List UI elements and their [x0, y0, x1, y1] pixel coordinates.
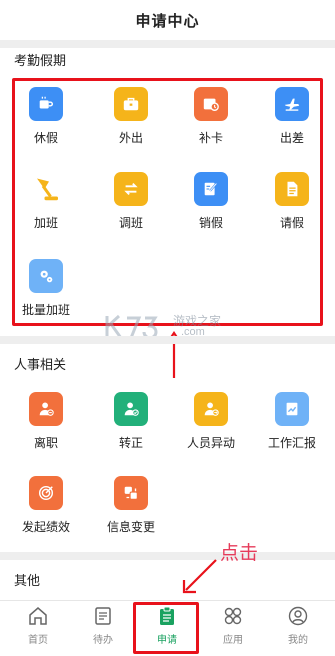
section-title-other: 其他 [14, 573, 41, 588]
apply-item-label: 工作汇报 [267, 436, 316, 450]
section-divider [0, 552, 335, 560]
apply-item-staff-transfer[interactable]: 人员异动 [179, 392, 243, 451]
down-arrow-annotation [182, 559, 217, 594]
section-divider [0, 40, 335, 48]
page-title: 申请中心 [135, 12, 200, 30]
apply-item-info-change[interactable]: 信息变更 [99, 476, 163, 535]
user-check-icon [114, 392, 148, 426]
section-divider [0, 336, 335, 344]
info-change-icon [114, 476, 148, 510]
apply-item-start-performance[interactable]: 发起绩效 [14, 476, 78, 535]
apply-item-label: 离职 [33, 436, 58, 450]
user-transfer-icon [194, 392, 228, 426]
apply-item-regularization[interactable]: 转正 [99, 392, 163, 451]
apply-item-label: 人员异动 [186, 436, 235, 450]
apply-item-label: 转正 [118, 436, 143, 450]
tab-home[interactable]: 首页 [8, 605, 68, 653]
tab-apps[interactable]: 应用 [203, 605, 263, 653]
report-chart-icon [275, 392, 309, 426]
apply-item-resignation[interactable]: 离职 [14, 392, 78, 451]
tab-label: 应用 [223, 635, 243, 646]
tab-label: 我的 [288, 635, 308, 646]
tab-profile[interactable]: 我的 [268, 605, 328, 653]
home-icon [29, 607, 47, 625]
tab-label: 首页 [28, 635, 48, 646]
target-icon [29, 476, 63, 510]
tab-todo[interactable]: 待办 [73, 605, 133, 653]
highlight-frame-tab [133, 602, 199, 654]
tab-label: 待办 [93, 635, 113, 646]
profile-icon [288, 606, 308, 626]
apply-item-work-report[interactable]: 工作汇报 [260, 392, 324, 451]
apps-icon [224, 607, 242, 625]
section-title-attendance: 考勤假期 [14, 53, 67, 68]
page-header: 申请中心 [0, 0, 335, 40]
annotation-callout: 点击 [220, 543, 259, 564]
apply-item-label: 发起绩效 [21, 520, 70, 534]
section-title-hr: 人事相关 [14, 357, 67, 372]
apply-item-label: 信息变更 [106, 520, 155, 534]
todo-list-icon [95, 607, 111, 625]
user-remove-icon [29, 392, 63, 426]
highlight-frame [12, 78, 323, 326]
